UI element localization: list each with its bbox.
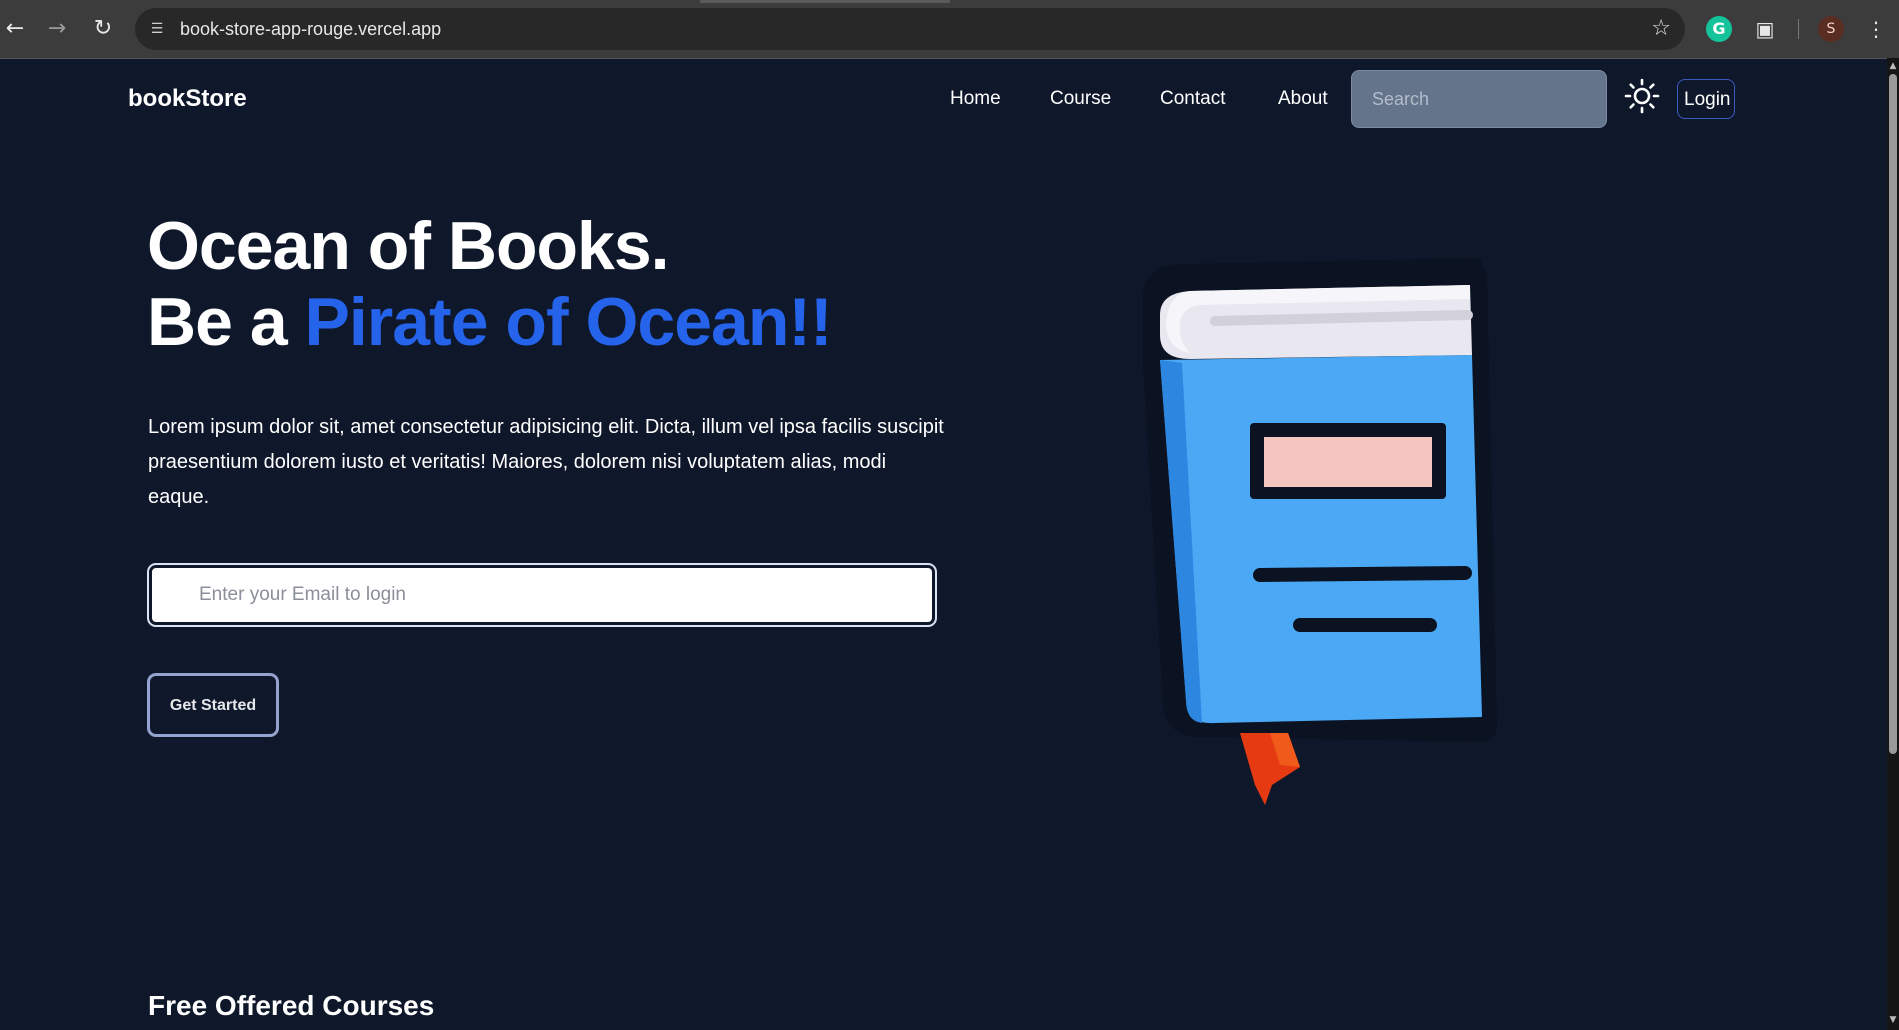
tab-indicator <box>700 0 950 3</box>
scroll-down-icon[interactable]: ▼ <box>1887 1014 1899 1026</box>
hero-title-accent: Pirate of Ocean!! <box>304 284 833 360</box>
hero-title-prefix: Be a <box>147 284 305 360</box>
nav-link-home[interactable]: Home <box>950 82 1001 116</box>
hero-title-line2: Be a Pirate of Ocean!! <box>147 282 833 362</box>
scrollbar-thumb[interactable] <box>1889 74 1897 754</box>
hero-description: Lorem ipsum dolor sit, amet consectetur … <box>148 416 944 508</box>
forward-icon[interactable]: → <box>42 14 72 44</box>
hero-title-line1: Ocean of Books. <box>147 208 670 284</box>
reload-icon[interactable]: ↻ <box>88 14 118 44</box>
get-started-button[interactable]: Get Started <box>147 673 279 737</box>
section-title-free-courses: Free Offered Courses <box>148 990 435 1021</box>
book-icon <box>1143 258 1497 805</box>
profile-avatar[interactable]: S <box>1818 16 1844 42</box>
brand-logo[interactable]: bookStore <box>128 82 247 116</box>
search-input[interactable] <box>1351 70 1607 128</box>
nav-link-course[interactable]: Course <box>1050 82 1111 116</box>
browser-toolbar: ← → ↻ ☰ book-store-app-rouge.vercel.app … <box>0 0 1899 59</box>
kebab-menu-icon[interactable]: ⋮ <box>1866 16 1886 42</box>
puzzle-icon[interactable]: ▣ <box>1752 16 1778 42</box>
back-icon[interactable]: ← <box>0 14 30 44</box>
grammarly-extension-icon[interactable]: G <box>1706 16 1732 42</box>
toolbar-divider <box>1798 19 1799 39</box>
sun-icon[interactable] <box>1624 78 1660 114</box>
nav-link-about[interactable]: About <box>1278 82 1328 116</box>
address-bar[interactable]: ☰ book-store-app-rouge.vercel.app ☆ <box>135 8 1685 50</box>
star-icon[interactable]: ☆ <box>1651 16 1671 42</box>
url-text[interactable]: book-store-app-rouge.vercel.app <box>180 8 441 50</box>
site-info-icon[interactable]: ☰ <box>147 19 167 39</box>
email-field[interactable] <box>147 563 937 627</box>
login-button[interactable]: Login <box>1677 79 1735 119</box>
scroll-up-icon[interactable]: ▲ <box>1887 60 1899 72</box>
nav-link-contact[interactable]: Contact <box>1160 82 1225 116</box>
